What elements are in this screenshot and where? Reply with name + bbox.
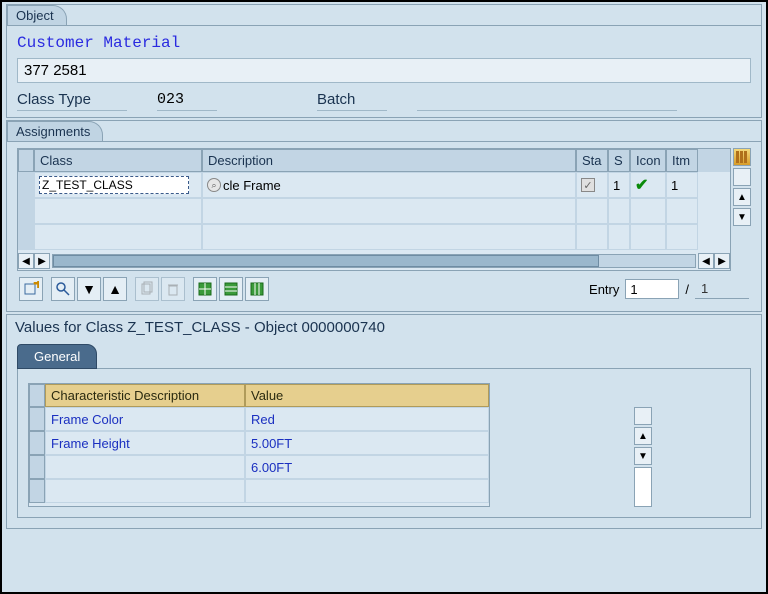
col-status[interactable]: Sta — [576, 149, 608, 172]
trash-icon — [165, 281, 181, 297]
col-itm[interactable]: Itm — [666, 149, 698, 172]
table-row[interactable]: Frame Height 5.00FT — [29, 431, 489, 455]
row-selector[interactable] — [29, 479, 45, 503]
row-selector[interactable] — [18, 198, 34, 224]
characteristic-desc-cell[interactable]: Frame Color — [45, 407, 245, 431]
svg-text:✚: ✚ — [33, 281, 39, 291]
assignments-table: Class Description Sta S Icon Itm ⌕ — [17, 148, 731, 271]
itm-cell: 1 — [666, 172, 698, 198]
table-row[interactable]: 6.00FT — [29, 455, 489, 479]
grid-icon — [249, 281, 265, 297]
find-button[interactable] — [51, 277, 75, 301]
scroll-up-button[interactable]: ▲ — [634, 427, 652, 445]
assignments-panel-label: Assignments — [7, 121, 103, 141]
entry-current-input[interactable] — [625, 279, 679, 299]
scroll-placeholder[interactable] — [733, 168, 751, 186]
description-cell: cle Frame — [223, 178, 281, 193]
col-icon[interactable]: Icon — [630, 149, 666, 172]
row-selector[interactable] — [29, 407, 45, 431]
v-scrollbar[interactable] — [634, 467, 652, 507]
tab-general[interactable]: General — [17, 344, 97, 369]
scroll-left-icon[interactable]: ▶ — [34, 253, 50, 269]
col-description[interactable]: Description — [202, 149, 576, 172]
sort-asc-button[interactable]: ▲ — [103, 277, 127, 301]
row-selector[interactable] — [29, 431, 45, 455]
characteristic-value-cell[interactable]: 5.00FT — [245, 431, 489, 455]
assignments-panel: Assignments Class Description Sta S Icon… — [6, 120, 762, 312]
class-type-value: 023 — [157, 89, 217, 111]
new-entry-icon: ✚ — [23, 281, 39, 297]
row-selector[interactable] — [18, 224, 34, 250]
entry-label: Entry — [589, 282, 619, 297]
batch-label: Batch — [317, 89, 387, 111]
entry-total: 1 — [695, 279, 749, 299]
table-row[interactable] — [29, 479, 489, 503]
assignments-toolbar: ✚ ▼ ▲ — [17, 271, 751, 301]
magnifier-icon — [55, 281, 71, 297]
grid-icon — [223, 281, 239, 297]
characteristic-desc-cell[interactable]: Frame Height — [45, 431, 245, 455]
class-type-label: Class Type — [17, 89, 127, 111]
table-row[interactable]: ⌕ cle Frame ✓ 1 ✔ 1 — [18, 172, 730, 198]
table-row[interactable] — [18, 224, 730, 250]
characteristic-desc-cell[interactable] — [45, 455, 245, 479]
layout-button-2[interactable] — [219, 277, 243, 301]
status-checkbox[interactable]: ✓ — [581, 178, 595, 192]
check-icon: ✔ — [635, 175, 648, 195]
select-all-header[interactable] — [29, 384, 45, 407]
copy-icon — [139, 281, 155, 297]
col-class[interactable]: Class — [34, 149, 202, 172]
object-panel-label: Object — [7, 5, 67, 25]
configure-columns-button[interactable] — [733, 148, 751, 166]
object-number-field[interactable]: 377 2581 — [17, 58, 751, 83]
f4-help-icon[interactable]: ⌕ — [207, 178, 221, 192]
scroll-left-start-icon[interactable]: ◀ — [18, 253, 34, 269]
object-panel: Object Customer Material 377 2581 Class … — [6, 4, 762, 118]
h-scrollbar[interactable] — [52, 254, 696, 268]
scroll-down-button[interactable]: ▼ — [634, 447, 652, 465]
scroll-placeholder[interactable] — [634, 407, 652, 425]
row-selector[interactable] — [29, 455, 45, 479]
new-entry-button[interactable]: ✚ — [19, 277, 43, 301]
layout-button-1[interactable] — [193, 277, 217, 301]
delete-button[interactable] — [161, 277, 185, 301]
batch-value — [417, 89, 677, 111]
grid-icon — [197, 281, 213, 297]
copy-button[interactable] — [135, 277, 159, 301]
scroll-right-icon[interactable]: ◀ — [698, 253, 714, 269]
scroll-up-button[interactable]: ▲ — [733, 188, 751, 206]
table-row[interactable]: Frame Color Red — [29, 407, 489, 431]
scroll-down-button[interactable]: ▼ — [733, 208, 751, 226]
col-s[interactable]: S — [608, 149, 630, 172]
select-all-header[interactable] — [18, 149, 34, 172]
layout-button-3[interactable] — [245, 277, 269, 301]
columns-icon — [734, 149, 750, 165]
s-cell: 1 — [608, 172, 630, 198]
values-panel: Values for Class Z_TEST_CLASS - Object 0… — [6, 314, 762, 529]
table-row[interactable] — [18, 198, 730, 224]
sort-desc-button[interactable]: ▼ — [77, 277, 101, 301]
characteristics-table: Characteristic Description Value Frame C… — [28, 383, 490, 507]
values-title: Values for Class Z_TEST_CLASS - Object 0… — [7, 315, 761, 340]
characteristic-value-cell[interactable]: Red — [245, 407, 489, 431]
col-characteristic-description[interactable]: Characteristic Description — [45, 384, 245, 407]
row-selector[interactable] — [18, 172, 34, 198]
object-title: Customer Material — [17, 34, 751, 52]
entry-separator: / — [685, 282, 689, 297]
col-value[interactable]: Value — [245, 384, 489, 407]
characteristic-value-cell[interactable]: 6.00FT — [245, 455, 489, 479]
scroll-right-end-icon[interactable]: ▶ — [714, 253, 730, 269]
class-input[interactable] — [39, 176, 189, 194]
